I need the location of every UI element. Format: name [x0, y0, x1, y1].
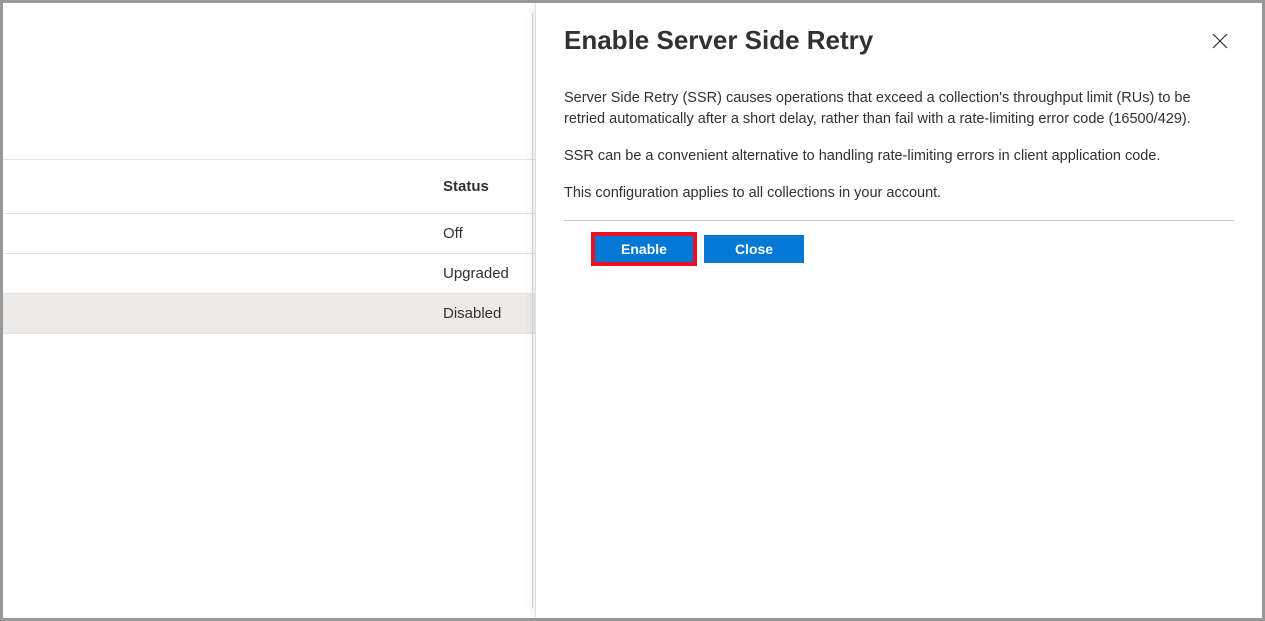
status-table: Status Off Upgraded Disabled [3, 159, 541, 334]
divider [564, 220, 1234, 221]
panel-text-2: SSR can be a convenient alternative to h… [564, 146, 1234, 167]
panel-divider [532, 13, 533, 608]
status-cell: Disabled [443, 305, 501, 322]
panel-body: Server Side Retry (SSR) causes operation… [536, 70, 1262, 263]
status-cell: Upgraded [443, 265, 509, 282]
panel-text-3: This configuration applies to all collec… [564, 183, 1234, 204]
panel-header: Enable Server Side Retry [536, 3, 1262, 70]
table-row[interactable]: Disabled [3, 294, 541, 334]
main-content: Status Off Upgraded Disabled [3, 3, 541, 618]
table-row[interactable]: Off [3, 214, 541, 254]
table-header-status: Status [3, 159, 541, 214]
table-row[interactable]: Upgraded [3, 254, 541, 294]
side-panel: Enable Server Side Retry Server Side Ret… [535, 3, 1262, 618]
enable-button[interactable]: Enable [594, 235, 694, 263]
close-button[interactable] [1206, 27, 1234, 55]
status-cell: Off [443, 225, 463, 242]
close-panel-button[interactable]: Close [704, 235, 804, 263]
panel-title: Enable Server Side Retry [564, 25, 873, 56]
panel-text-1: Server Side Retry (SSR) causes operation… [564, 88, 1234, 130]
close-icon [1212, 33, 1228, 49]
button-row: Enable Close [564, 235, 1234, 263]
